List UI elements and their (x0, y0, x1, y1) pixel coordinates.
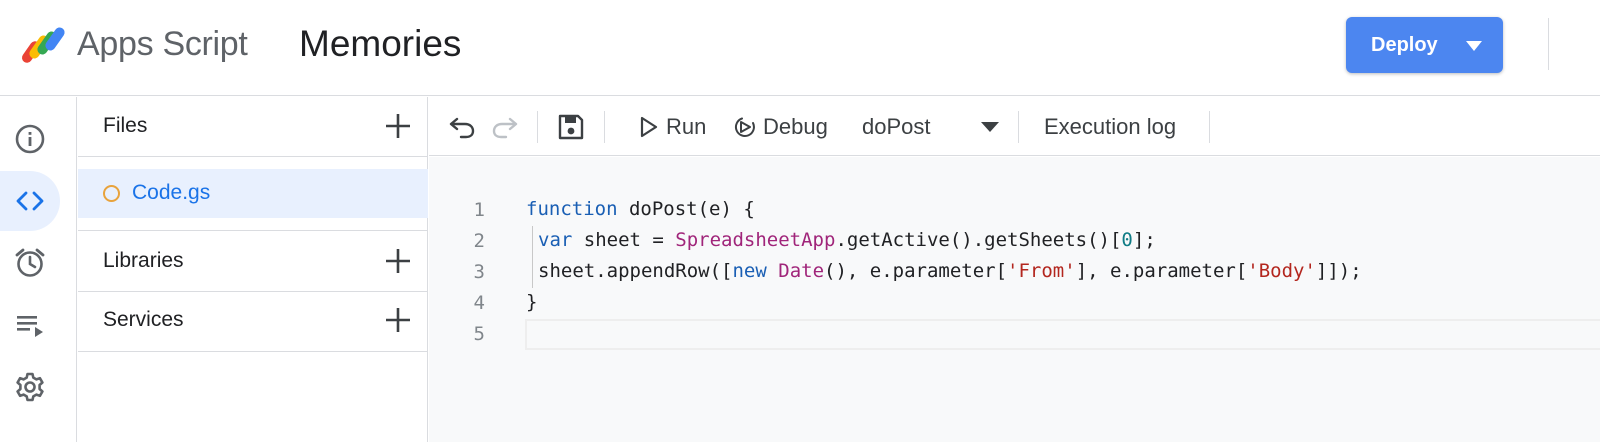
rail-item-triggers[interactable] (0, 233, 60, 293)
files-title: Files (103, 114, 148, 137)
save-icon[interactable] (555, 111, 587, 143)
rail-item-editor[interactable] (0, 171, 60, 231)
file-item-code-gs[interactable]: Code.gs (78, 169, 428, 218)
code-text: function doPost(e) { (526, 198, 755, 220)
line-number: 4 (473, 292, 485, 314)
run-label: Run (666, 114, 707, 139)
file-name: Code.gs (132, 181, 211, 204)
toolbar-separator (1018, 111, 1019, 143)
executions-list-icon (17, 316, 43, 337)
deploy-button[interactable]: Deploy (1346, 17, 1503, 73)
apps-script-logo-icon (21, 27, 65, 63)
add-library-button[interactable] (382, 245, 414, 277)
services-title: Services (103, 308, 184, 331)
gear-icon (16, 372, 44, 402)
code-line: 5 (429, 319, 1600, 350)
run-button[interactable]: Run (636, 107, 706, 147)
caret-down-icon[interactable] (1462, 39, 1486, 53)
libraries-section: Libraries (78, 230, 428, 292)
add-service-button[interactable] (382, 304, 414, 336)
indent-guide (532, 226, 533, 257)
libraries-title: Libraries (103, 249, 184, 272)
toolbar-separator (1209, 111, 1210, 143)
rail-item-executions[interactable] (0, 295, 60, 355)
code-line: 4 } (429, 288, 1600, 319)
toolbar-separator (604, 111, 605, 143)
code-line: 1 function doPost(e) { (429, 195, 1600, 226)
app-name: Apps Script (77, 25, 248, 63)
debug-label: Debug (763, 114, 828, 139)
current-line-highlight (525, 319, 1600, 350)
toolbar-separator (537, 111, 538, 143)
debug-icon (734, 117, 755, 137)
execution-log-button[interactable]: Execution log (1044, 107, 1176, 147)
editor-toolbar: Run Debug doPost Execution log (429, 97, 1600, 156)
execution-log-label: Execution log (1044, 114, 1177, 139)
play-icon (640, 116, 658, 138)
files-panel: Files Code.gs Libraries Services (78, 97, 428, 442)
redo-icon[interactable] (489, 111, 521, 143)
caret-down-icon (981, 122, 999, 132)
add-file-button[interactable] (382, 110, 414, 142)
undo-icon[interactable] (446, 111, 478, 143)
line-number: 2 (473, 230, 485, 252)
line-number: 3 (473, 261, 485, 283)
files-section-header: Files (78, 97, 428, 157)
line-number: 5 (473, 323, 485, 345)
left-rail (0, 97, 77, 442)
code-editor[interactable]: 1 function doPost(e) { 2 var sheet = Spr… (429, 157, 1600, 442)
function-select[interactable]: doPost (862, 107, 1012, 147)
services-section: Services (78, 292, 428, 352)
alarm-clock-icon (15, 248, 45, 277)
rail-item-settings[interactable] (0, 357, 60, 417)
function-select-value: doPost (862, 114, 931, 139)
debug-button[interactable]: Debug (733, 107, 828, 147)
line-number: 1 (473, 199, 485, 221)
code-line: 2 var sheet = SpreadsheetApp.getActive()… (429, 226, 1600, 257)
rail-item-overview[interactable] (0, 109, 60, 169)
code-text: sheet.appendRow([new Date(), e.parameter… (538, 260, 1362, 282)
code-line: 3 sheet.appendRow([new Date(), e.paramet… (429, 257, 1600, 288)
code-text: } (526, 291, 538, 313)
code-text: var sheet = SpreadsheetApp.getActive().g… (538, 229, 1156, 251)
deploy-button-label: Deploy (1371, 34, 1438, 56)
unsaved-indicator-icon (103, 185, 120, 202)
project-title[interactable]: Memories (299, 23, 461, 65)
top-bar: Apps Script Memories Deploy (0, 0, 1600, 96)
code-icon (16, 191, 44, 211)
info-icon (15, 124, 45, 154)
header-divider (1548, 18, 1549, 70)
indent-guide (532, 257, 533, 288)
